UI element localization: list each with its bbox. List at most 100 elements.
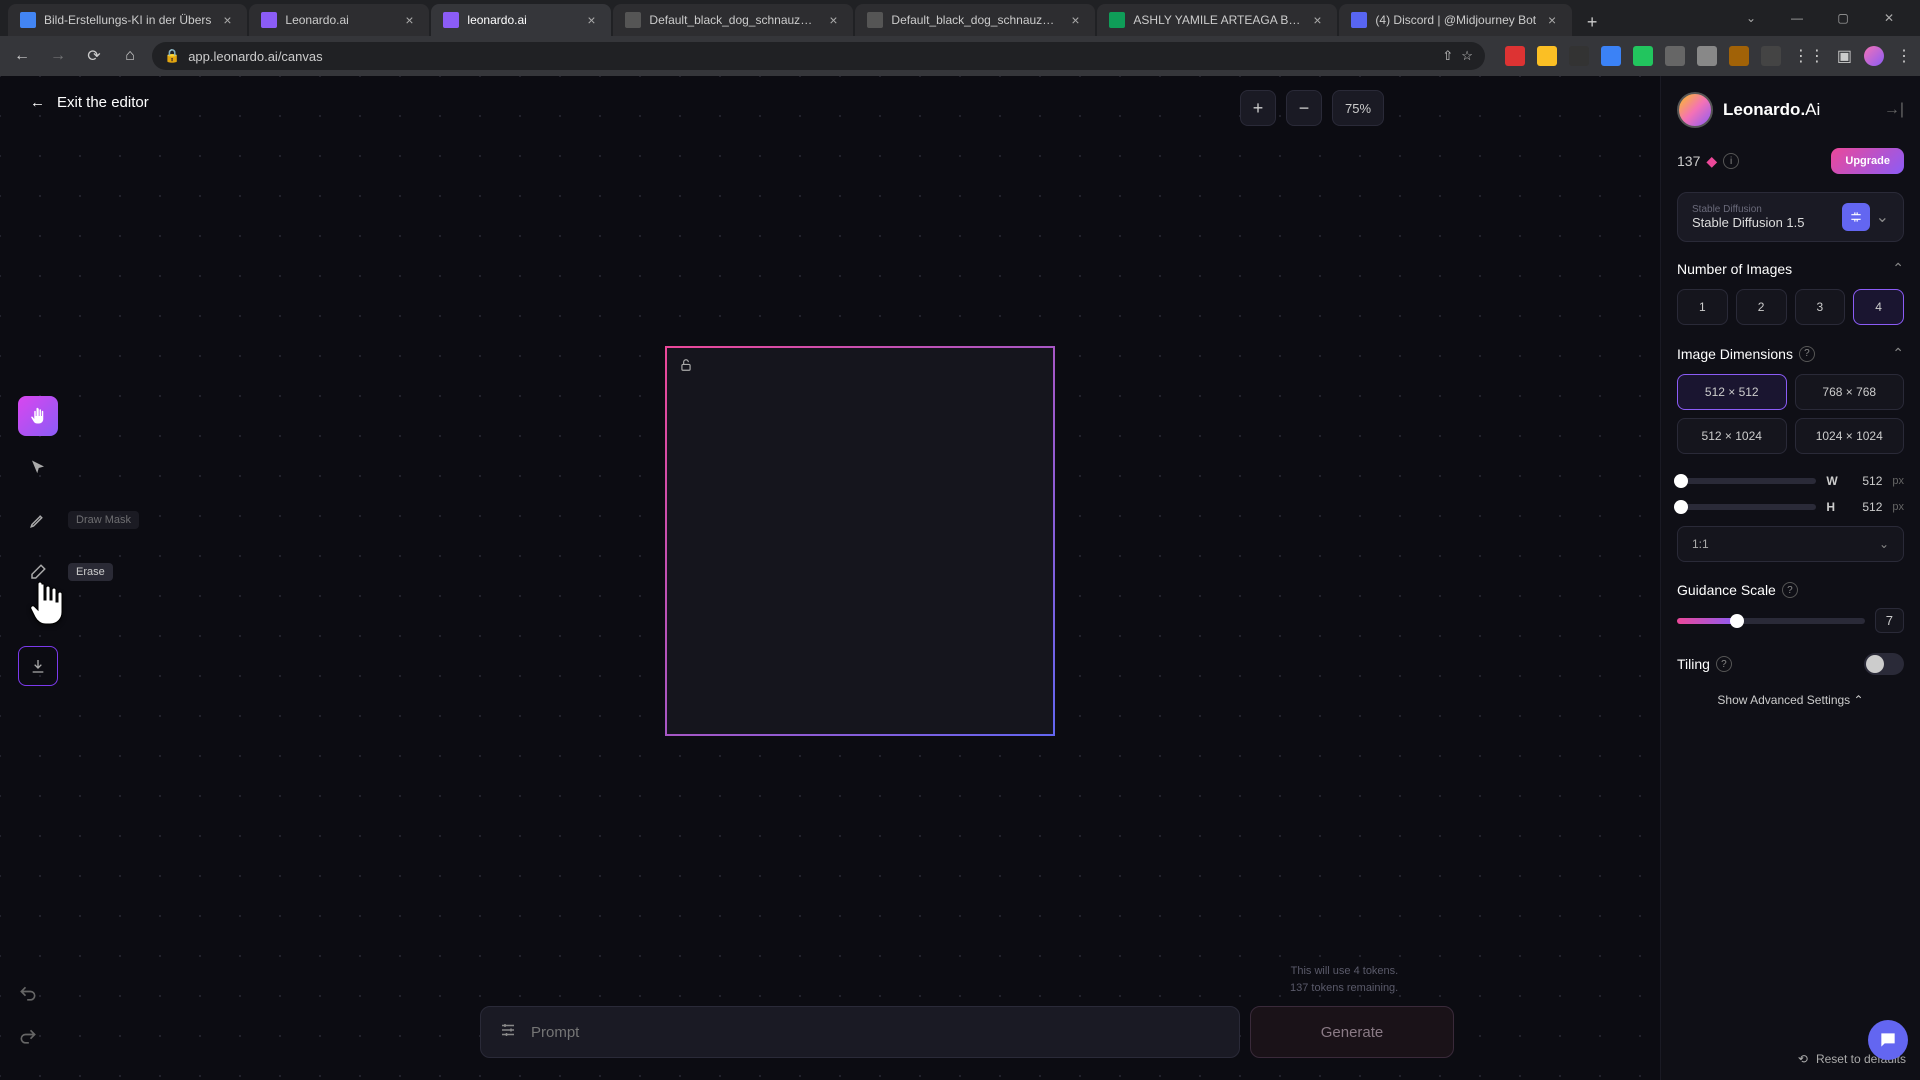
guidance-slider[interactable] [1677, 618, 1865, 624]
width-label: W [1826, 474, 1842, 488]
tab-title: Default_black_dog_schnauzer_f [891, 13, 1059, 27]
url-bar[interactable]: 🔒 app.leonardo.ai/canvas ⇧ ☆ [152, 42, 1485, 70]
tab-title: (4) Discord | @Midjourney Bot [1375, 13, 1536, 27]
generate-button[interactable]: Generate [1250, 1006, 1454, 1058]
zoom-out-button[interactable]: − [1286, 90, 1322, 126]
close-icon[interactable]: × [1309, 12, 1325, 28]
extension-icon[interactable] [1505, 46, 1525, 66]
info-icon[interactable]: ? [1799, 346, 1815, 362]
info-icon[interactable]: ? [1782, 582, 1798, 598]
exit-editor-button[interactable]: ← Exit the editor [30, 94, 149, 111]
menu-icon[interactable]: ⋮ [1896, 46, 1912, 66]
maximize-icon[interactable]: ▢ [1820, 0, 1866, 36]
extension-icon[interactable] [1601, 46, 1621, 66]
close-icon[interactable]: × [1067, 12, 1083, 28]
width-slider[interactable] [1677, 478, 1816, 484]
num-option-3[interactable]: 3 [1795, 289, 1846, 325]
back-icon[interactable]: ← [8, 42, 36, 70]
download-button[interactable] [18, 646, 58, 686]
unit-label: px [1892, 475, 1904, 487]
extensions-icon[interactable]: ⋮⋮ [1793, 46, 1825, 66]
extension-icon[interactable] [1569, 46, 1589, 66]
sliders-icon[interactable] [499, 1021, 517, 1044]
share-icon[interactable]: ⇧ [1442, 48, 1453, 64]
undo-redo-group [18, 984, 38, 1052]
lock-icon[interactable] [679, 358, 693, 377]
forward-icon[interactable]: → [44, 42, 72, 70]
avatar[interactable] [1677, 92, 1713, 128]
canvas-frame[interactable] [665, 346, 1055, 736]
redo-button[interactable] [18, 1027, 38, 1052]
close-icon[interactable]: × [1544, 12, 1560, 28]
section-number-of-images[interactable]: Number of Images ⌃ [1677, 260, 1904, 277]
num-option-4[interactable]: 4 [1853, 289, 1904, 325]
browser-tab[interactable]: Default_black_dog_schnauzer_f× [613, 4, 853, 36]
tiling-toggle[interactable] [1864, 653, 1904, 675]
browser-tab[interactable]: Bild-Erstellungs-KI in der Übers× [8, 4, 247, 36]
num-option-1[interactable]: 1 [1677, 289, 1728, 325]
browser-tab[interactable]: Default_black_dog_schnauzer_f × [855, 4, 1095, 36]
dim-option[interactable]: 1024 × 1024 [1795, 418, 1905, 454]
section-image-dimensions[interactable]: Image Dimensions ? ⌃ [1677, 345, 1904, 362]
browser-tab[interactable]: (4) Discord | @Midjourney Bot × [1339, 4, 1572, 36]
extension-icon[interactable] [1729, 46, 1749, 66]
height-slider[interactable] [1677, 504, 1816, 510]
tooltip: Draw Mask [68, 511, 139, 529]
zoom-in-button[interactable]: + [1240, 90, 1276, 126]
dimension-options: 512 × 512 768 × 768 512 × 1024 1024 × 10… [1677, 374, 1904, 454]
app: ← Exit the editor + − 75% Draw Mask Eras… [0, 76, 1920, 1080]
num-option-2[interactable]: 2 [1736, 289, 1787, 325]
extension-icon[interactable] [1537, 46, 1557, 66]
chat-bubble-button[interactable] [1868, 1020, 1908, 1060]
cursor-overlay [30, 576, 70, 626]
close-icon[interactable]: × [583, 12, 599, 28]
height-label: H [1826, 500, 1842, 514]
model-sublabel: Stable Diffusion [1692, 204, 1805, 215]
section-title: Number of Images [1677, 261, 1792, 277]
info-icon[interactable]: ? [1716, 656, 1732, 672]
model-select[interactable]: Stable Diffusion Stable Diffusion 1.5 ⌄ [1677, 192, 1904, 242]
star-icon[interactable]: ☆ [1461, 48, 1473, 64]
aspect-ratio-select[interactable]: 1:1 ⌄ [1677, 526, 1904, 562]
model-icon [1842, 203, 1870, 231]
reload-icon[interactable]: ⟳ [80, 42, 108, 70]
tab-title: ASHLY YAMILE ARTEAGA BLAN [1133, 13, 1301, 27]
pan-tool[interactable] [18, 396, 58, 436]
side-panel-icon[interactable]: ▣ [1837, 46, 1852, 66]
undo-button[interactable] [18, 984, 38, 1009]
exit-editor-label: Exit the editor [57, 94, 149, 111]
dim-option[interactable]: 512 × 1024 [1677, 418, 1787, 454]
dim-option[interactable]: 512 × 512 [1677, 374, 1787, 410]
browser-tab[interactable]: ASHLY YAMILE ARTEAGA BLAN × [1097, 4, 1337, 36]
minimize-icon[interactable]: — [1774, 0, 1820, 36]
extension-icon[interactable] [1665, 46, 1685, 66]
upgrade-button[interactable]: Upgrade [1831, 148, 1904, 174]
close-icon[interactable]: × [219, 12, 235, 28]
chevron-down-icon[interactable]: ⌄ [1728, 0, 1774, 36]
token-remaining-label: 137 tokens remaining. [1290, 980, 1398, 998]
browser-tab[interactable]: Leonardo.ai× [249, 4, 429, 36]
cursor-icon [29, 459, 47, 477]
extension-icon[interactable] [1761, 46, 1781, 66]
info-icon[interactable]: i [1723, 153, 1739, 169]
collapse-icon[interactable]: →| [1884, 101, 1904, 119]
dim-option[interactable]: 768 × 768 [1795, 374, 1905, 410]
draw-mask-tool[interactable]: Draw Mask [18, 500, 58, 540]
close-icon[interactable]: × [401, 12, 417, 28]
browser-tab-active[interactable]: leonardo.ai× [431, 4, 611, 36]
home-icon[interactable]: ⌂ [116, 42, 144, 70]
chat-icon [1878, 1030, 1898, 1050]
close-window-icon[interactable]: ✕ [1866, 0, 1912, 36]
zoom-percent[interactable]: 75% [1332, 90, 1384, 126]
profile-avatar[interactable] [1864, 46, 1884, 66]
advanced-settings-link[interactable]: Show Advanced Settings ⌃ [1677, 693, 1904, 707]
select-tool[interactable] [18, 448, 58, 488]
extension-icon[interactable] [1633, 46, 1653, 66]
extension-icon[interactable] [1697, 46, 1717, 66]
new-tab-button[interactable]: + [1578, 8, 1606, 36]
guidance-row: Guidance Scale ? [1677, 582, 1904, 598]
reset-defaults[interactable]: ⟲ Reset to defaults [1675, 1052, 1906, 1066]
canvas-area[interactable]: ← Exit the editor + − 75% Draw Mask Eras… [0, 76, 1660, 1080]
prompt-input[interactable] [531, 1024, 1221, 1041]
close-icon[interactable]: × [825, 12, 841, 28]
